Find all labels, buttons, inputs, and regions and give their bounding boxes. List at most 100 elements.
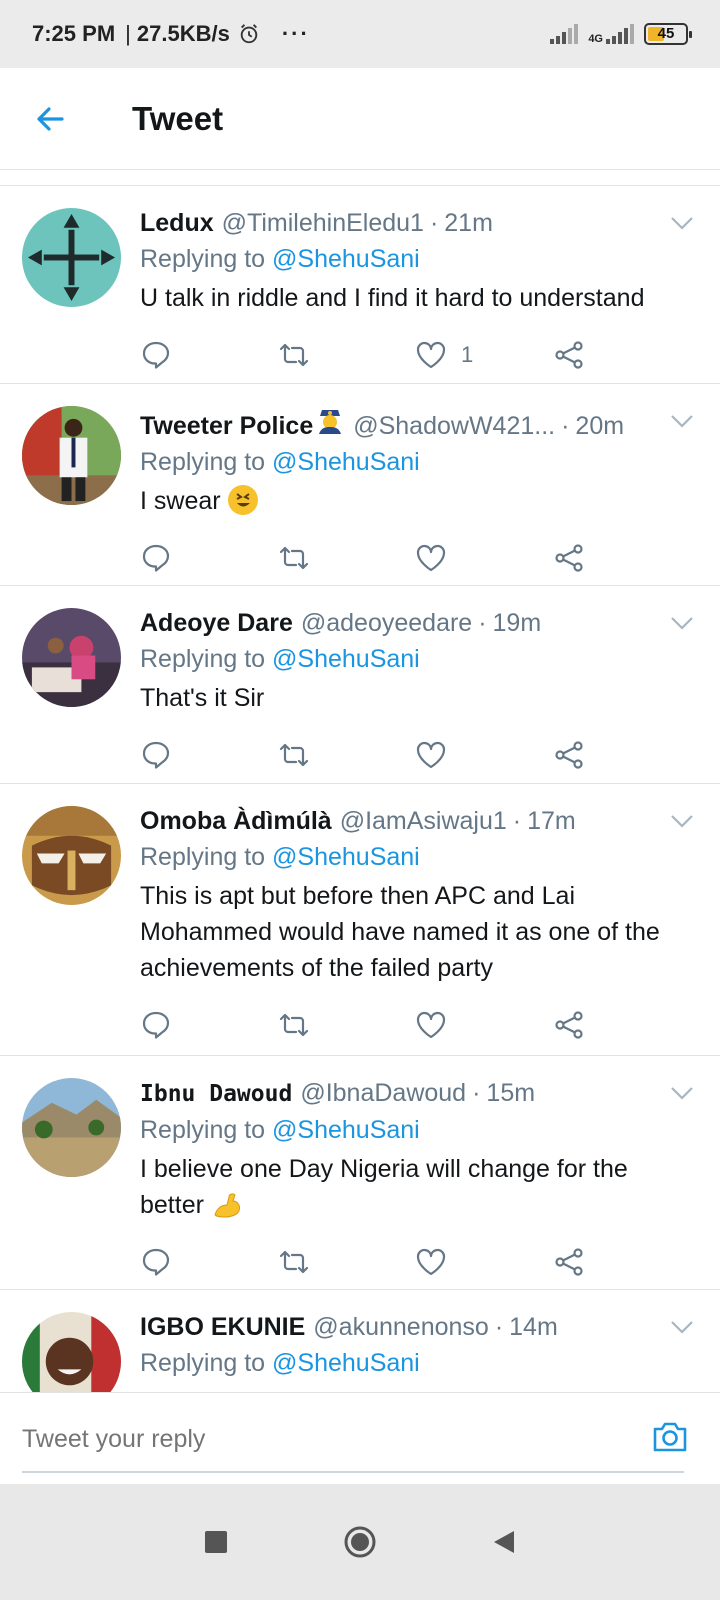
share-button[interactable] xyxy=(553,1009,691,1041)
tweet-item[interactable]: Ibnu Dawoud @IbnaDawoud · 15m Replying t… xyxy=(0,1056,720,1290)
top-app-bar: Tweet xyxy=(0,68,720,170)
retweet-icon xyxy=(279,1013,308,1037)
tweet-text: U talk in riddle and I find it hard to u… xyxy=(140,284,645,312)
reply-input[interactable] xyxy=(22,1415,622,1463)
tweet-time: 20m xyxy=(575,412,625,440)
separator-dot: · xyxy=(494,1313,504,1341)
avatar[interactable] xyxy=(22,406,121,505)
camera-icon[interactable] xyxy=(650,1417,690,1457)
system-back-button[interactable] xyxy=(484,1522,524,1562)
user-handle[interactable]: @IamAsiwaju1 xyxy=(340,804,507,838)
share-button[interactable] xyxy=(553,739,691,771)
share-button[interactable] xyxy=(553,542,691,574)
tweet-header: Ledux @TimilehinEledu1 · 21m xyxy=(140,206,690,240)
chevron-down-icon[interactable] xyxy=(670,216,694,230)
reply-button[interactable] xyxy=(140,542,278,574)
display-name[interactable]: Tweeter Police xyxy=(140,409,313,443)
mention-link[interactable]: @ShehuSani xyxy=(272,645,420,673)
reply-list[interactable]: Ledux @TimilehinEledu1 · 21m Replying to… xyxy=(0,170,720,1420)
retweet-button[interactable] xyxy=(278,339,416,371)
reply-button[interactable] xyxy=(140,1246,278,1278)
like-button[interactable]: 1 xyxy=(415,339,553,371)
reply-button[interactable] xyxy=(140,339,278,371)
tweet-time: 17m xyxy=(527,807,576,835)
reply-icon xyxy=(142,1011,170,1039)
replying-to: Replying to @ShehuSani xyxy=(140,1116,420,1144)
display-name[interactable]: Ibnu Dawoud xyxy=(140,1077,292,1111)
mention-link[interactable]: @ShehuSani xyxy=(272,1116,420,1144)
reply-composer xyxy=(0,1392,720,1484)
tweet-actions: 1 xyxy=(140,316,690,394)
replying-to: Replying to @ShehuSani xyxy=(140,843,420,871)
share-icon xyxy=(554,1248,583,1276)
recents-button[interactable] xyxy=(196,1522,236,1562)
retweet-button[interactable] xyxy=(278,1009,416,1041)
network-type: 4G xyxy=(588,24,634,45)
retweet-button[interactable] xyxy=(278,542,416,574)
mention-link[interactable]: @ShehuSani xyxy=(272,448,420,476)
tweet-item[interactable]: Tweeter Police @ShadowW421... · 20m Repl… xyxy=(0,384,720,586)
home-icon xyxy=(344,1526,376,1558)
mention-link[interactable]: @ShehuSani xyxy=(272,245,420,273)
separator-dot: · xyxy=(478,609,487,637)
display-name[interactable]: Ledux xyxy=(140,206,214,240)
like-icon xyxy=(416,1011,446,1039)
retweet-button[interactable] xyxy=(278,739,416,771)
user-handle[interactable]: @ShadowW421... xyxy=(353,409,555,443)
tweet-header: IGBO EKUNIE @akunnenonso · 14m xyxy=(140,1310,690,1344)
user-handle[interactable]: @TimilehinEledu1 xyxy=(222,206,424,240)
reply-button[interactable] xyxy=(140,739,278,771)
rolling-laughing-emoji-icon xyxy=(227,485,258,515)
chevron-down-icon[interactable] xyxy=(670,616,694,630)
avatar[interactable] xyxy=(22,806,121,905)
signal-2-icon xyxy=(606,24,634,44)
mention-link[interactable]: @ShehuSani xyxy=(272,1349,420,1377)
retweet-button[interactable] xyxy=(278,1246,416,1278)
back-button[interactable] xyxy=(0,68,100,170)
chevron-down-icon[interactable] xyxy=(670,814,694,828)
display-name[interactable]: IGBO EKUNIE xyxy=(140,1310,305,1344)
status-time: 7:25 PM xyxy=(32,21,116,46)
chevron-down-icon[interactable] xyxy=(670,1086,694,1100)
user-handle[interactable]: @adeoyeedare xyxy=(301,606,472,640)
tweet-text: That's it Sir xyxy=(140,684,265,712)
reply-icon xyxy=(142,544,170,572)
chevron-down-icon[interactable] xyxy=(670,1320,694,1334)
tweet-item[interactable]: Adeoye Dare @adeoyeedare · 19m Replying … xyxy=(0,586,720,784)
tweet-actions xyxy=(140,716,690,794)
chevron-down-icon[interactable] xyxy=(670,414,694,428)
replying-to: Replying to @ShehuSani xyxy=(140,245,420,273)
avatar[interactable] xyxy=(22,208,121,307)
share-icon xyxy=(554,544,583,572)
tweet-item[interactable]: Omoba Àdìmúlà @IamAsiwaju1 · 17m Replyin… xyxy=(0,784,720,1056)
retweet-icon xyxy=(279,546,308,570)
like-button[interactable] xyxy=(415,1009,553,1041)
retweet-icon xyxy=(279,743,308,767)
display-name[interactable]: Adeoye Dare xyxy=(140,606,293,640)
like-icon xyxy=(416,341,446,369)
avatar[interactable] xyxy=(22,1078,121,1177)
like-button[interactable] xyxy=(415,1246,553,1278)
separator-dot: · xyxy=(472,1079,481,1107)
separator-dot: · xyxy=(561,412,570,440)
separator-dot: · xyxy=(429,209,439,237)
tweet-header: Omoba Àdìmúlà @IamAsiwaju1 · 17m xyxy=(140,804,690,838)
display-name[interactable]: Omoba Àdìmúlà xyxy=(140,804,332,838)
like-button[interactable] xyxy=(415,542,553,574)
avatar[interactable] xyxy=(22,608,121,707)
tweet-item[interactable]: Ledux @TimilehinEledu1 · 21m Replying to… xyxy=(0,186,720,384)
user-handle[interactable]: @IbnaDawoud xyxy=(300,1076,466,1110)
share-icon xyxy=(554,341,583,369)
retweet-icon xyxy=(279,1250,308,1274)
mention-link[interactable]: @ShehuSani xyxy=(272,843,420,871)
share-icon xyxy=(554,1011,583,1039)
user-handle[interactable]: @akunnenonso xyxy=(313,1310,489,1344)
reply-button[interactable] xyxy=(140,1009,278,1041)
tweet-text: I believe one Day Nigeria will change fo… xyxy=(140,1155,628,1219)
like-button[interactable] xyxy=(415,739,553,771)
home-button[interactable] xyxy=(340,1522,380,1562)
share-button[interactable] xyxy=(553,1246,691,1278)
back-arrow-icon xyxy=(37,106,64,131)
share-button[interactable] xyxy=(553,339,691,371)
status-bar: 7:25 PM | 27.5KB/s ··· 4G 45 xyxy=(0,0,720,68)
